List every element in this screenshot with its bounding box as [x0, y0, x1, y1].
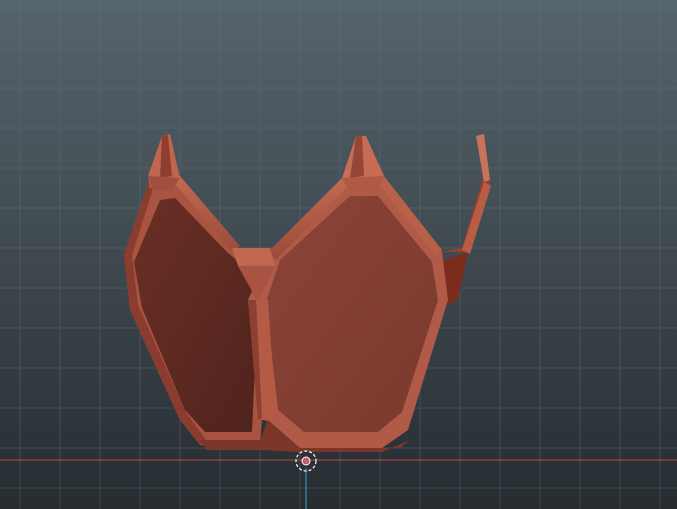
3d-viewport[interactable] — [0, 0, 677, 509]
viewport-overlay — [0, 450, 677, 509]
